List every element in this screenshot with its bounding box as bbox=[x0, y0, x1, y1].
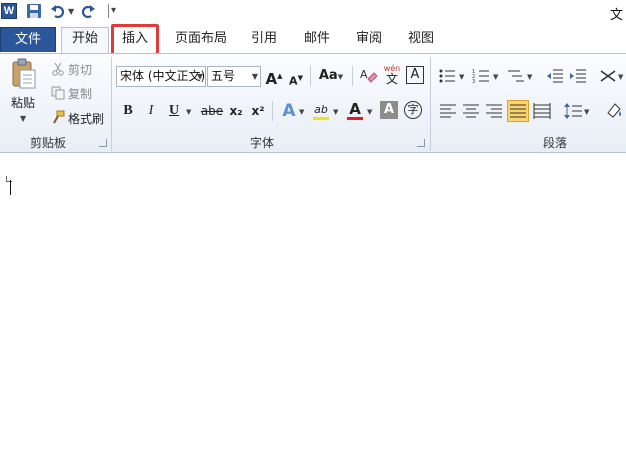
font-name-select[interactable]: 宋体 (中文正文) ▼ bbox=[116, 66, 206, 87]
underline-dropdown-icon[interactable]: ▼ bbox=[186, 108, 191, 116]
shading-icon[interactable] bbox=[604, 101, 624, 121]
undo-icon[interactable] bbox=[50, 3, 66, 19]
font-color-button[interactable]: A bbox=[345, 99, 365, 120]
scissors-icon bbox=[51, 62, 65, 76]
tab-references[interactable]: 引用 bbox=[246, 28, 282, 52]
clear-format-icon[interactable]: A bbox=[358, 66, 378, 86]
bullets-dropdown-icon[interactable]: ▼ bbox=[459, 73, 464, 81]
paste-icon[interactable] bbox=[11, 58, 37, 90]
numbering-dropdown-icon[interactable]: ▼ bbox=[493, 73, 498, 81]
paste-button[interactable]: 粘贴 bbox=[11, 94, 35, 111]
italic-button[interactable]: I bbox=[141, 101, 161, 121]
underline-button[interactable]: U bbox=[164, 101, 184, 121]
format-painter-button[interactable]: 格式刷 bbox=[68, 110, 104, 127]
line-spacing-icon[interactable] bbox=[563, 101, 583, 121]
enclose-char-button[interactable]: 字 bbox=[404, 101, 422, 119]
subscript-button[interactable]: x₂ bbox=[226, 101, 246, 121]
paragraph-group-label: 段落 bbox=[542, 136, 567, 150]
group-separator bbox=[430, 57, 431, 151]
tab-insert-highlight-box bbox=[111, 24, 159, 56]
format-painter-icon bbox=[51, 110, 65, 124]
bold-button[interactable]: B bbox=[118, 101, 138, 121]
text-effect-button[interactable]: A bbox=[279, 101, 299, 121]
word-app-icon[interactable]: W bbox=[1, 3, 17, 19]
font-size-value: 五号 bbox=[211, 69, 236, 83]
distributed-align-icon[interactable] bbox=[532, 101, 552, 121]
font-color-dropdown-icon[interactable]: ▼ bbox=[367, 108, 372, 116]
save-icon[interactable] bbox=[26, 3, 42, 19]
customize-quick-access-icon[interactable]: ▾ bbox=[111, 3, 116, 19]
redo-icon[interactable] bbox=[80, 3, 96, 19]
chinese-layout-dropdown-icon[interactable]: ▼ bbox=[618, 73, 623, 81]
copy-icon bbox=[51, 86, 65, 100]
highlight-color-bar bbox=[313, 117, 329, 120]
quick-access-separator bbox=[108, 4, 109, 18]
tab-review[interactable]: 审阅 bbox=[350, 28, 388, 52]
tab-page-layout[interactable]: 页面布局 bbox=[170, 28, 232, 52]
svg-text:3: 3 bbox=[472, 79, 475, 85]
tab-home[interactable]: 开始 bbox=[61, 27, 109, 54]
undo-dropdown-icon[interactable]: ▼ bbox=[68, 4, 74, 20]
numbering-icon[interactable]: 123 bbox=[472, 66, 492, 86]
chinese-layout-icon[interactable] bbox=[598, 66, 618, 86]
clipboard-dialog-launcher-icon[interactable] bbox=[99, 139, 107, 147]
divider bbox=[352, 66, 353, 86]
char-shading-button[interactable]: A bbox=[380, 101, 398, 119]
multilevel-list-icon[interactable] bbox=[506, 66, 526, 86]
line-spacing-dropdown-icon[interactable]: ▼ bbox=[584, 108, 589, 116]
align-center-icon[interactable] bbox=[461, 101, 481, 121]
increase-indent-icon[interactable] bbox=[568, 66, 588, 86]
bullets-icon[interactable] bbox=[438, 66, 458, 86]
grow-font-button[interactable]: A▲ bbox=[264, 66, 284, 88]
window-title: 文 bbox=[610, 8, 624, 23]
shrink-font-button[interactable]: A▼ bbox=[286, 68, 306, 88]
copy-button[interactable]: 复制 bbox=[68, 85, 92, 102]
chevron-down-icon: ▼ bbox=[251, 72, 258, 81]
font-size-select[interactable]: 五号 ▼ bbox=[207, 66, 261, 87]
highlight-dropdown-icon[interactable]: ▼ bbox=[333, 108, 338, 116]
tab-view[interactable]: 视图 bbox=[402, 28, 440, 52]
document-canvas[interactable] bbox=[0, 154, 626, 457]
font-dialog-launcher-icon[interactable] bbox=[417, 139, 425, 147]
font-group-label: 字体 bbox=[249, 136, 274, 150]
change-case-button[interactable]: Aa▼ bbox=[318, 66, 344, 86]
tab-file[interactable]: 文件 bbox=[0, 27, 56, 52]
text-cursor bbox=[10, 180, 11, 195]
strikethrough-button[interactable]: abe bbox=[200, 101, 224, 121]
cut-button[interactable]: 剪切 bbox=[68, 61, 92, 78]
multilevel-dropdown-icon[interactable]: ▼ bbox=[527, 73, 532, 81]
font-name-value: 宋体 (中文正文) bbox=[120, 69, 206, 83]
divider bbox=[272, 101, 273, 121]
paste-dropdown-icon[interactable]: ▼ bbox=[20, 114, 26, 123]
margin-corner-mark bbox=[6, 176, 12, 182]
font-color-bar bbox=[347, 117, 363, 120]
text-effect-dropdown-icon[interactable]: ▼ bbox=[299, 108, 304, 116]
chevron-down-icon: ▼ bbox=[196, 72, 203, 81]
divider bbox=[310, 66, 311, 86]
decrease-indent-icon[interactable] bbox=[545, 66, 565, 86]
align-left-icon[interactable] bbox=[438, 101, 458, 121]
char-border-button[interactable]: A bbox=[406, 66, 424, 84]
superscript-button[interactable]: x² bbox=[248, 101, 268, 121]
tab-mailings[interactable]: 邮件 bbox=[298, 28, 336, 52]
highlight-button[interactable]: ab bbox=[311, 100, 331, 120]
svg-text:A: A bbox=[360, 68, 368, 81]
align-right-icon[interactable] bbox=[484, 101, 504, 121]
group-separator bbox=[111, 57, 112, 151]
pinyin-guide-button[interactable]: wén 文 bbox=[381, 64, 403, 85]
clipboard-group-label: 剪贴板 bbox=[29, 136, 66, 150]
justify-icon[interactable] bbox=[507, 100, 529, 122]
